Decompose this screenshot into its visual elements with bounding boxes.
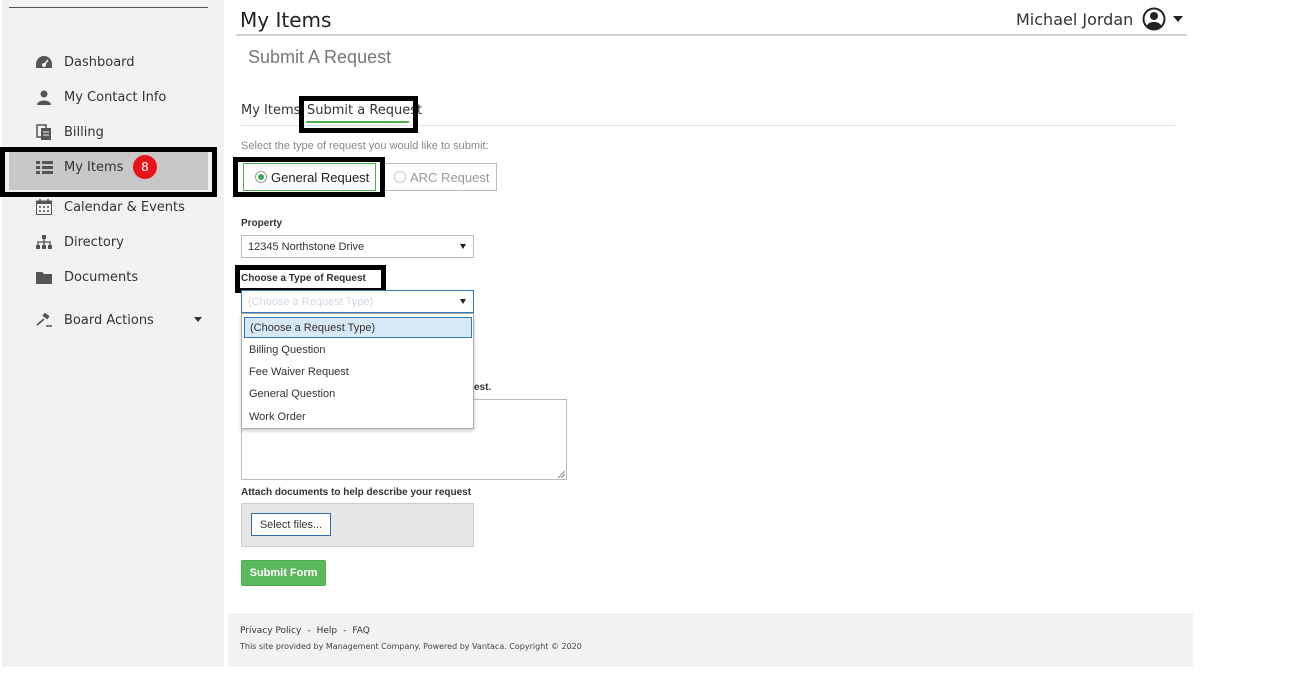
gavel-icon [34, 312, 54, 328]
sidebar-item-my-contact-info[interactable]: My Contact Info [34, 86, 166, 108]
highlight-submit-tab [299, 96, 418, 133]
page-title: My Items [240, 8, 332, 32]
sidebar-item-label: Documents [64, 269, 139, 285]
sidebar-item-dashboard[interactable]: Dashboard [34, 51, 135, 73]
app-root: Dashboard My Contact Info Billing My Ite… [0, 0, 1306, 690]
sidebar-item-documents[interactable]: Documents [34, 266, 138, 288]
request-type-dropdown: (Choose a Request Type) Billing Question… [241, 313, 474, 429]
highlight-my-items [0, 147, 217, 197]
billing-icon [34, 123, 54, 140]
sidebar-item-label: Calendar & Events [64, 199, 185, 215]
footer: Privacy Policy - Help - FAQ This site pr… [228, 613, 1193, 667]
user-icon [34, 89, 54, 105]
calendar-icon [34, 199, 54, 215]
footer-separator: - [343, 626, 347, 636]
help-link[interactable]: Help [317, 626, 338, 636]
attach-label: Attach documents to help describe your r… [241, 487, 472, 498]
chevron-down-icon [460, 299, 466, 304]
request-type-select[interactable]: (Choose a Request Type) [241, 290, 474, 313]
highlight-general-request [233, 157, 385, 197]
dropdown-option[interactable]: Fee Waiver Request [244, 361, 472, 382]
dropdown-option[interactable]: (Choose a Request Type) [244, 317, 472, 338]
sidebar-item-label: Directory [64, 234, 124, 250]
sidebar-item-calendar-events[interactable]: Calendar & Events [34, 196, 185, 218]
footer-links: Privacy Policy - Help - FAQ [240, 626, 370, 636]
resize-handle-icon[interactable] [557, 470, 565, 478]
radio-label: ARC Request [410, 169, 490, 185]
sidebar-item-label: Board Actions [64, 312, 154, 328]
request-type-prompt: Select the type of request you would lik… [241, 140, 489, 152]
request-type-value: (Choose a Request Type) [248, 295, 374, 308]
radio-unselected-icon [394, 171, 406, 183]
user-avatar-icon[interactable] [1142, 7, 1166, 31]
description-label-partial: est. [474, 382, 492, 393]
footer-separator: - [307, 626, 311, 636]
sidebar-item-label: Billing [64, 124, 104, 140]
sidebar-item-directory[interactable]: Directory [34, 231, 124, 253]
footer-copyright: This site provided by Management Company… [240, 642, 582, 651]
arc-request-radio[interactable]: ARC Request [384, 163, 497, 191]
property-value: 12345 Northstone Drive [248, 240, 365, 253]
board-actions-chevron-down-icon[interactable] [194, 317, 202, 322]
sidebar-item-board-actions[interactable]: Board Actions [34, 309, 154, 331]
org-chart-icon [34, 234, 54, 250]
dashboard-icon [34, 54, 54, 70]
sidebar-item-label: Dashboard [64, 54, 135, 70]
faq-link[interactable]: FAQ [352, 626, 369, 636]
folder-icon [34, 269, 54, 285]
user-name[interactable]: Michael Jordan [1016, 10, 1133, 29]
sidebar-divider [9, 7, 208, 8]
select-files-button[interactable]: Select files... [251, 513, 331, 536]
property-label: Property [241, 218, 283, 229]
sidebar-item-label: My Contact Info [64, 89, 167, 105]
chevron-down-icon [460, 244, 466, 249]
dropdown-option[interactable]: General Question [244, 383, 472, 404]
highlight-request-type-label [235, 265, 386, 293]
dropdown-option[interactable]: Work Order [244, 406, 472, 427]
tab-my-items[interactable]: My Items [241, 103, 300, 118]
submit-form-button[interactable]: Submit Form [241, 560, 326, 586]
sidebar-item-billing[interactable]: Billing [34, 121, 104, 143]
dropdown-option[interactable]: Billing Question [244, 339, 472, 360]
header-divider [236, 34, 1187, 36]
section-subtitle: Submit A Request [248, 47, 392, 67]
privacy-policy-link[interactable]: Privacy Policy [240, 626, 301, 636]
user-menu-chevron-down-icon[interactable] [1173, 16, 1183, 22]
property-select[interactable]: 12345 Northstone Drive [241, 235, 474, 258]
